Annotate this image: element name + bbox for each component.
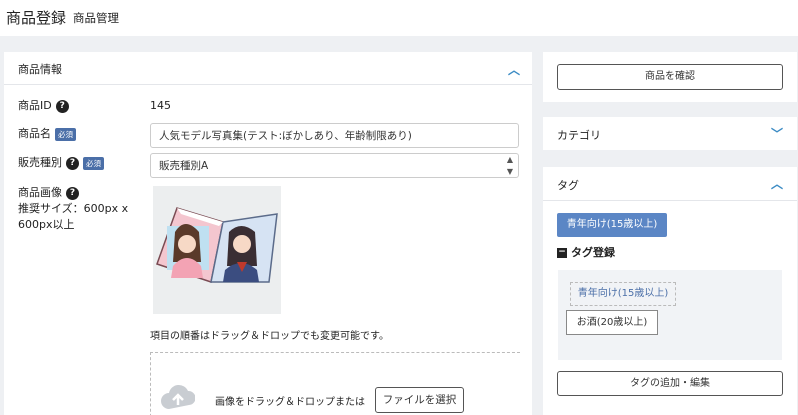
sales-type-select[interactable]: 販売種別A ▲ ▼ bbox=[150, 153, 519, 178]
tag-option-alcohol[interactable]: お酒(20歳以上) bbox=[566, 310, 658, 335]
required-badge: 必須 bbox=[83, 156, 104, 170]
tag-title: タグ bbox=[557, 179, 579, 192]
help-icon[interactable]: ? bbox=[66, 186, 79, 200]
product-name-label-text: 商品名 bbox=[18, 127, 51, 140]
drop-text: 画像をドラッグ＆ドロップまたは bbox=[215, 397, 365, 408]
image-drop-zone[interactable]: 画像をドラッグ＆ドロップまたは ファイルを選択 bbox=[150, 352, 520, 415]
selected-tag-chip[interactable]: 青年向け(15歳以上) bbox=[557, 213, 667, 237]
breadcrumb: 商品管理 bbox=[73, 11, 119, 25]
cloud-upload-icon bbox=[161, 384, 195, 409]
tag-register-label: タグ登録 bbox=[571, 246, 615, 259]
page-title: 商品登録 bbox=[6, 9, 67, 27]
chevron-up-icon[interactable]: ︿ bbox=[771, 175, 783, 192]
product-image-label: 商品画像? bbox=[18, 184, 79, 200]
chevron-up-icon[interactable]: ︿ bbox=[508, 61, 520, 78]
image-size-hint: 推奨サイズ：600px x 600px以上 bbox=[18, 202, 129, 231]
photo-book-illustration bbox=[156, 207, 278, 283]
tag-register-toggle[interactable]: − タグ登録 bbox=[557, 244, 615, 260]
required-badge: 必須 bbox=[55, 127, 76, 141]
category-card[interactable]: カテゴリ ﹀ bbox=[543, 117, 797, 150]
choose-file-button[interactable]: ファイルを選択 bbox=[375, 387, 464, 413]
reorder-note: 項目の順番はドラッグ＆ドロップでも変更可能です。 bbox=[150, 331, 389, 342]
select-arrow-icon: ▲ ▼ bbox=[506, 155, 513, 176]
product-id-value: 145 bbox=[150, 99, 171, 112]
sales-type-label-text: 販売種別 bbox=[18, 156, 62, 169]
product-image-label-text: 商品画像 bbox=[18, 186, 62, 199]
minus-square-icon: − bbox=[557, 247, 567, 258]
tag-edit-button[interactable]: タグの追加・編集 bbox=[557, 371, 783, 396]
product-image-thumbnail[interactable] bbox=[153, 186, 281, 314]
section-title: 商品情報 bbox=[18, 63, 62, 76]
sales-type-label: 販売種別? 必須 bbox=[18, 154, 104, 170]
chevron-down-icon[interactable]: ﹀ bbox=[771, 125, 783, 142]
confirm-card: 商品を確認 bbox=[543, 52, 797, 102]
tag-options-area: 青年向け(15歳以上) お酒(20歳以上) bbox=[558, 270, 782, 360]
top-bar: 商品登録 商品管理 bbox=[0, 0, 798, 36]
sales-type-value: 販売種別A bbox=[159, 160, 209, 172]
help-icon[interactable]: ? bbox=[55, 99, 69, 113]
help-icon[interactable]: ? bbox=[66, 156, 79, 170]
tag-option-youth[interactable]: 青年向け(15歳以上) bbox=[570, 282, 676, 306]
product-id-label-text: 商品ID bbox=[18, 99, 52, 112]
product-name-label: 商品名 必須 bbox=[18, 125, 76, 141]
category-title: カテゴリ bbox=[557, 129, 601, 142]
divider bbox=[4, 84, 532, 85]
product-id-label: 商品ID? bbox=[18, 97, 69, 113]
confirm-product-button[interactable]: 商品を確認 bbox=[557, 64, 783, 90]
product-name-input[interactable]: 人気モデル写真集(テスト:ぼかしあり、年齢制限あり) bbox=[150, 123, 519, 148]
divider bbox=[543, 200, 797, 201]
